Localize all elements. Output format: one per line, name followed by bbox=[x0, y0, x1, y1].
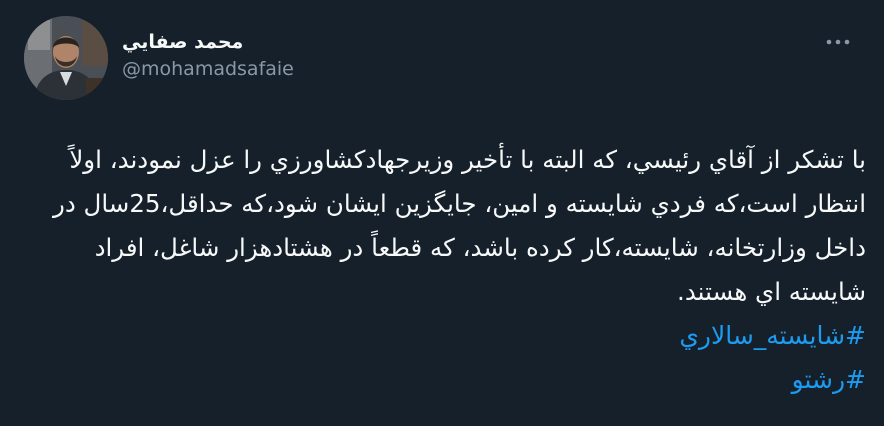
tweet-header: محمد صفايي @mohamadsafaie bbox=[24, 16, 858, 100]
more-dots-icon bbox=[826, 39, 850, 45]
hashtag-link[interactable]: #رشتو bbox=[26, 358, 866, 402]
author-display-name[interactable]: محمد صفايي bbox=[122, 30, 294, 54]
tweet-body: با تشکر از آقاي رئيسي، که البته با تأخير… bbox=[26, 138, 866, 402]
more-options-button[interactable] bbox=[818, 32, 858, 52]
avatar[interactable] bbox=[24, 16, 108, 100]
hashtag-link[interactable]: #شايسته_سالاري bbox=[26, 314, 866, 358]
author-identity[interactable]: محمد صفايي @mohamadsafaie bbox=[122, 30, 294, 82]
tweet-card: محمد صفايي @mohamadsafaie با تشکر از آقا… bbox=[0, 0, 884, 426]
user-photo-icon bbox=[24, 16, 108, 100]
author-handle[interactable]: @mohamadsafaie bbox=[122, 56, 294, 82]
tweet-text: با تشکر از آقاي رئيسي، که البته با تأخير… bbox=[52, 145, 866, 306]
